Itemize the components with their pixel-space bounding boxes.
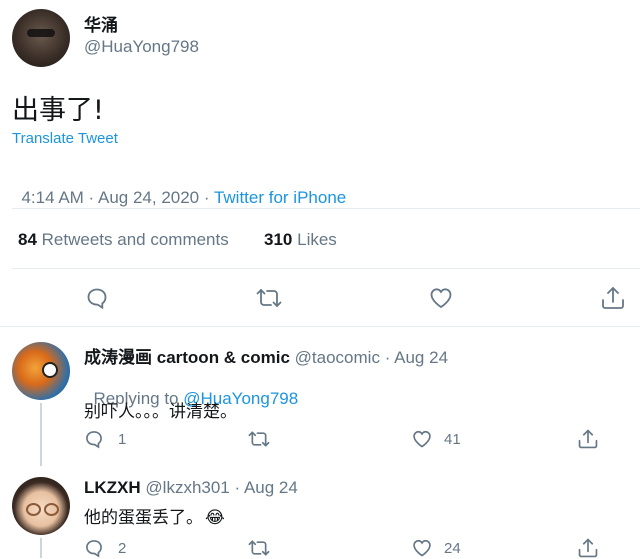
reply-1-reply-count: 1 xyxy=(118,431,127,448)
reply-avatar-taocomic[interactable] xyxy=(12,342,70,400)
author-avatar[interactable] xyxy=(12,9,70,67)
reply-2-like-count: 24 xyxy=(444,540,461,557)
reply-1-text: 别吓人。。。讲清楚。 xyxy=(84,402,237,422)
retweets-label: Retweets and comments xyxy=(41,230,229,249)
share-icon[interactable] xyxy=(600,285,626,311)
reply-2-retweet-icon[interactable] xyxy=(248,538,270,558)
translate-link[interactable]: Translate Tweet xyxy=(12,130,118,147)
reply-2-heart-icon[interactable] xyxy=(411,538,433,558)
retweets-count: 84 xyxy=(18,230,37,249)
tears-of-joy-emoji-icon: 😂 xyxy=(205,508,225,528)
author-name[interactable]: 华涌 xyxy=(84,11,118,36)
reply-2-reply-count: 2 xyxy=(118,540,127,557)
reply-2-sep: · xyxy=(229,478,244,497)
reply-1-handle[interactable]: @taocomic xyxy=(295,348,380,367)
divider-1 xyxy=(12,208,640,209)
reply-1-header: 成涛漫画 cartoon & comic @taocomic · Aug 24 xyxy=(84,343,448,368)
reply-2-name[interactable]: LKZXH xyxy=(84,478,141,497)
likes-label: Likes xyxy=(297,230,337,249)
reply-2-share-icon[interactable] xyxy=(577,537,599,559)
reply-1-heart-icon[interactable] xyxy=(411,429,433,449)
divider-2 xyxy=(12,268,640,269)
reply-2-handle[interactable]: @lkzxh301 xyxy=(145,478,229,497)
tweet-time[interactable]: 4:14 AM · Aug 24, 2020 · xyxy=(21,188,214,207)
reply-1-sep: · xyxy=(379,348,395,367)
divider-3 xyxy=(0,326,640,327)
reply-2-text: 他的蛋蛋丢了。 xyxy=(84,508,203,528)
reply-icon[interactable] xyxy=(85,286,109,310)
reply-1-reply-icon[interactable] xyxy=(84,429,104,449)
likes-stat[interactable]: 310 Likes xyxy=(264,230,337,250)
reply-1-date[interactable]: Aug 24 xyxy=(394,348,448,367)
reply-2-header: LKZXH @lkzxh301 · Aug 24 xyxy=(84,478,298,498)
thread-line-2 xyxy=(40,538,42,558)
retweet-icon[interactable] xyxy=(256,286,282,310)
heart-icon[interactable] xyxy=(428,286,454,310)
reply-1-name-cn[interactable]: 成涛漫画 xyxy=(84,348,152,368)
tweet-source[interactable]: Twitter for iPhone xyxy=(214,188,346,207)
tweet-meta: 4:14 AM · Aug 24, 2020 · Twitter for iPh… xyxy=(12,168,346,208)
reply-2-text-row: 他的蛋蛋丢了。 😂 xyxy=(84,503,225,528)
reply-1-like-count: 41 xyxy=(444,431,461,448)
reply-1-retweet-icon[interactable] xyxy=(248,429,270,449)
reply-avatar-lkzxh[interactable] xyxy=(12,477,70,535)
reply-2-date[interactable]: Aug 24 xyxy=(244,478,298,497)
author-handle[interactable]: @HuaYong798 xyxy=(84,37,199,57)
tweet-text: 出事了! xyxy=(12,95,104,126)
reply-1-share-icon[interactable] xyxy=(577,428,599,450)
reply-1-name-en[interactable]: cartoon & comic xyxy=(157,348,290,367)
likes-count: 310 xyxy=(264,230,293,249)
reply-2-reply-icon[interactable] xyxy=(84,538,104,558)
retweets-stat[interactable]: 84 Retweets and comments xyxy=(18,230,229,250)
thread-line-1 xyxy=(40,403,42,466)
